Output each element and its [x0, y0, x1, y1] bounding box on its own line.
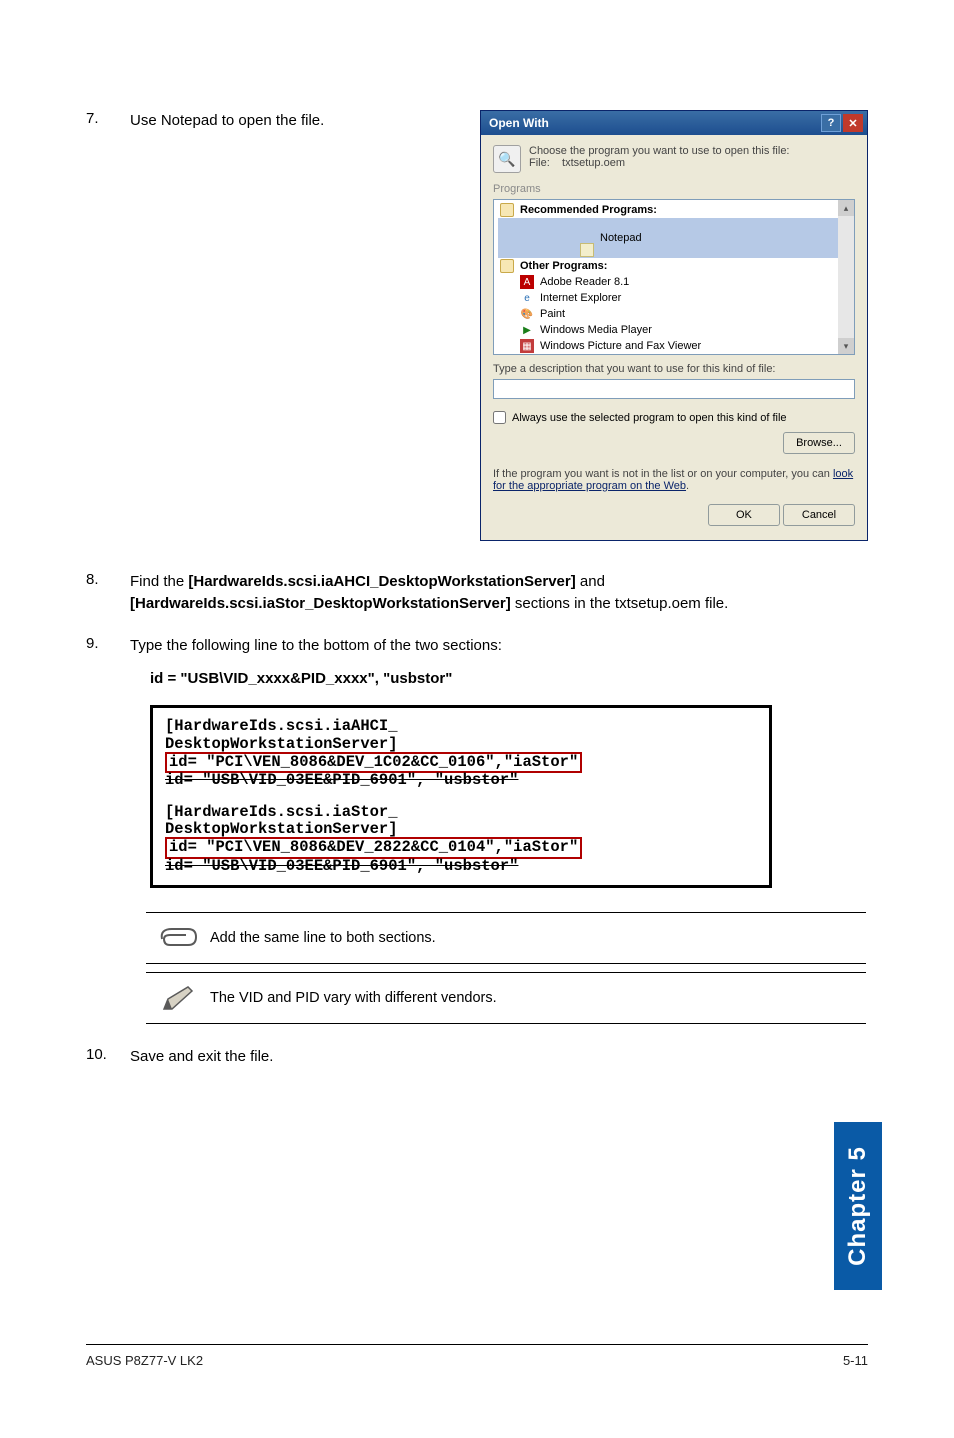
pencil-icon — [146, 981, 210, 1015]
paperclip-icon — [146, 921, 210, 955]
note-text: Add the same line to both sections. — [210, 930, 436, 946]
prompt-file-label: File: — [529, 157, 550, 169]
paint-icon: 🎨 — [520, 307, 534, 321]
footer-model: ASUS P8Z77-V LK2 — [86, 1353, 203, 1368]
adobe-icon: A — [520, 275, 534, 289]
list-item-notepad[interactable]: Notepad — [498, 218, 852, 258]
always-use-checkbox[interactable] — [493, 411, 506, 424]
description-input[interactable] — [493, 379, 855, 399]
prompt-line1: Choose the program you want to use to op… — [529, 145, 790, 157]
note-row: Add the same line to both sections. — [146, 912, 866, 964]
scroll-down[interactable]: ▾ — [838, 338, 854, 354]
list-item-fax[interactable]: ▦Windows Picture and Fax Viewer — [498, 338, 852, 354]
footer-page-number: 5-11 — [843, 1353, 868, 1368]
code-line: [HardwareIds.scsi.iaStor_ — [165, 804, 757, 821]
program-list[interactable]: Recommended Programs: Notepad Other Prog… — [493, 199, 855, 355]
step-number: 7. — [86, 110, 130, 127]
wmp-icon: ▶ — [520, 323, 534, 337]
open-with-dialog: Open With ? ✕ 🔍 Choose the program you w… — [480, 110, 868, 541]
folder-icon — [500, 203, 514, 217]
web-link-2[interactable]: for the appropriate program on the Web — [493, 480, 686, 492]
dialog-titlebar: Open With ? ✕ — [481, 111, 867, 135]
step-text: Save and exit the file. — [130, 1046, 273, 1068]
section-name-2: [HardwareIds.scsi.iaStor_DesktopWorkstat… — [130, 595, 511, 612]
note-row: The VID and PID vary with different vend… — [146, 972, 866, 1024]
notepad-icon — [580, 243, 594, 257]
list-item-wmp[interactable]: ▶Windows Media Player — [498, 322, 852, 338]
chapter-label: Chapter 5 — [844, 1146, 872, 1266]
help-button[interactable]: ? — [821, 114, 841, 132]
list-item-ie[interactable]: eInternet Explorer — [498, 290, 852, 306]
step-number: 9. — [86, 635, 130, 652]
group-recommended: Recommended Programs: — [520, 204, 657, 216]
code-line-strike: id= "USB\VID_03EE&PID_6901", "usbstor" — [165, 857, 518, 875]
code-line-highlight: id= "PCI\VEN_8086&DEV_2822&CC_0104","iaS… — [165, 837, 582, 858]
ie-icon: e — [520, 291, 534, 305]
web-hint: If the program you want is not in the li… — [481, 464, 867, 504]
scroll-up[interactable]: ▴ — [838, 200, 854, 216]
prompt-file-name: txtsetup.oem — [562, 157, 625, 169]
description-label: Type a description that you want to use … — [481, 361, 867, 377]
chapter-tab: Chapter 5 — [834, 1122, 882, 1290]
close-button[interactable]: ✕ — [843, 114, 863, 132]
note-text: The VID and PID vary with different vend… — [210, 990, 497, 1006]
ok-button[interactable]: OK — [708, 504, 780, 526]
code-box: [HardwareIds.scsi.iaAHCI_ DesktopWorksta… — [150, 705, 772, 888]
always-use-label: Always use the selected program to open … — [512, 412, 787, 424]
code-line: DesktopWorkstationServer] — [165, 821, 757, 838]
cancel-button[interactable]: Cancel — [783, 504, 855, 526]
page-footer: ASUS P8Z77-V LK2 5-11 — [86, 1344, 868, 1368]
step-text: Find the [HardwareIds.scsi.iaAHCI_Deskto… — [130, 571, 728, 615]
browse-button[interactable]: Browse... — [783, 432, 855, 454]
folder-icon — [500, 259, 514, 273]
dialog-prompt: Choose the program you want to use to op… — [529, 145, 790, 173]
web-link[interactable]: look — [833, 468, 853, 480]
scrollbar[interactable]: ▴ ▾ — [838, 200, 854, 354]
code-line: DesktopWorkstationServer] — [165, 736, 757, 753]
group-other: Other Programs: — [520, 260, 607, 272]
file-icon: 🔍 — [493, 145, 521, 173]
step-number: 10. — [86, 1046, 130, 1063]
step-number: 8. — [86, 571, 130, 588]
code-line-highlight: id= "PCI\VEN_8086&DEV_1C02&CC_0106","iaS… — [165, 752, 582, 773]
list-item-wordpad[interactable]: ✎WordPad — [498, 354, 852, 355]
step-text: Type the following line to the bottom of… — [130, 635, 502, 657]
list-item-paint[interactable]: 🎨Paint — [498, 306, 852, 322]
dialog-title: Open With — [489, 116, 819, 130]
code-line-strike: id= "USB\VID_03EE&PID_6901", "usbstor" — [165, 771, 518, 789]
id-line: id = "USB\VID_xxxx&PID_xxxx", "usbstor" — [150, 670, 868, 687]
section-name-1: [HardwareIds.scsi.iaAHCI_DesktopWorkstat… — [188, 573, 575, 590]
list-item-adobe[interactable]: AAdobe Reader 8.1 — [498, 274, 852, 290]
code-line: [HardwareIds.scsi.iaAHCI_ — [165, 718, 757, 735]
step-text: Use Notepad to open the file. — [130, 110, 324, 132]
programs-tab[interactable]: Programs — [481, 183, 867, 195]
fax-icon: ▦ — [520, 339, 534, 353]
